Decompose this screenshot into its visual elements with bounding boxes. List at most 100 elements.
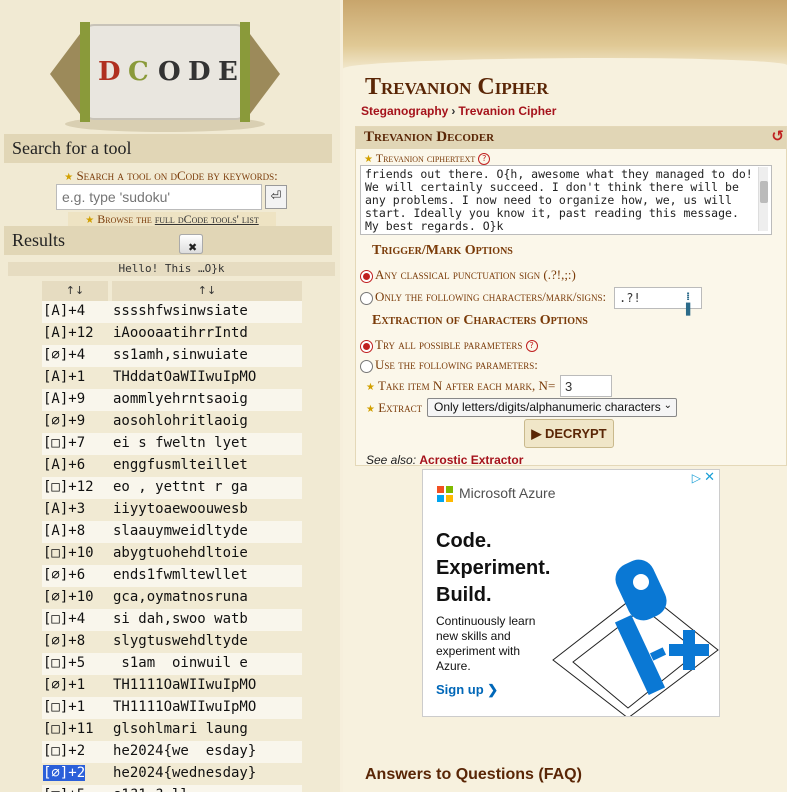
star-icon: ★	[366, 382, 375, 393]
star-icon: ★	[366, 404, 375, 415]
result-key: [⌀]+1	[43, 677, 86, 693]
dcode-logo[interactable]: DCODE	[40, 4, 290, 134]
result-key: [□]+1	[43, 699, 86, 715]
result-row[interactable]: [A]+6 enggfusmlteillet	[42, 455, 302, 477]
result-row[interactable]: [□]+10 abygtuohehdltoie	[42, 543, 302, 565]
result-key: [⌀]+9	[43, 413, 86, 429]
close-icon[interactable]: ✕	[704, 470, 715, 485]
search-input[interactable]	[56, 184, 262, 210]
result-row[interactable]: [□]+5 s1?1 ? ll	[42, 785, 302, 792]
result-row[interactable]: [A]+9 aommlyehrntsaoig	[42, 389, 302, 411]
result-row[interactable]: [□]+5 s1am oinwuil e	[42, 653, 302, 675]
chevron-down-icon: ⌄	[663, 400, 672, 411]
result-value: THddatOaWIIwuIpMO	[113, 369, 257, 385]
star-icon: ★	[364, 154, 373, 165]
result-key: [□]+7	[43, 435, 86, 451]
result-row[interactable]: [□]+12 eo , yettnt r ga	[42, 477, 302, 499]
result-key: [□]+10	[43, 545, 94, 561]
keyboard-icon[interactable]: ⁞▌	[686, 290, 698, 316]
take-n-input[interactable]: 3	[560, 375, 612, 397]
result-value: abygtuohehdltoie	[113, 545, 248, 561]
decoder-title: Trevanion Decoder	[364, 129, 495, 145]
result-key: [⌀]+8	[43, 633, 86, 649]
input-preview: Hello! This …O}k	[8, 262, 335, 276]
ciphertext-textarea[interactable]: friends out there. O{h, awesome what the…	[360, 165, 772, 235]
acrostic-extractor-link[interactable]: Acrostic Extractor	[419, 453, 523, 467]
decrypt-button[interactable]: ▶ DECRYPT	[524, 419, 614, 448]
logo-letter: C	[128, 57, 149, 87]
result-row[interactable]: [⌀]+10 gca,oymatnosruna	[42, 587, 302, 609]
result-row[interactable]: [□]+1 TH1111OaWIIwuIpMO	[42, 697, 302, 719]
result-row[interactable]: [⌀]+2 he2024{wednesday}	[42, 763, 302, 785]
faq-title: Answers to Questions (FAQ)	[365, 766, 582, 783]
help-icon[interactable]: ?	[478, 153, 491, 166]
reset-icon[interactable]: ↺	[771, 127, 784, 145]
result-key: [A]+9	[43, 391, 86, 407]
enter-icon: ⏎	[270, 189, 282, 204]
extract-all-option[interactable]: Try all possible parameters ?	[360, 337, 538, 353]
browse-tools-link[interactable]: full dCode tools' list	[155, 212, 259, 226]
results-header: Results ⧉▤⎙⤓📌✖	[4, 226, 332, 255]
result-row[interactable]: [□]+11 glsohlmari laung	[42, 719, 302, 741]
result-row[interactable]: [⌀]+8 slygtuswehdltyde	[42, 631, 302, 653]
trigger-custom-option[interactable]: Only the following characters/mark/signs…	[360, 289, 606, 305]
result-key: [⌀]+10	[43, 589, 94, 605]
trigger-any-radio[interactable]	[360, 269, 373, 283]
result-key: [⌀]+6	[43, 567, 86, 583]
breadcrumb-separator: ›	[451, 104, 456, 118]
extract-custom-radio[interactable]	[360, 359, 373, 373]
result-value: s1?1 ? ll	[113, 787, 189, 792]
result-row[interactable]: [A]+3 iiyytoaewoouwesb	[42, 499, 302, 521]
result-row[interactable]: [A]+1 THddatOaWIIwuIpMO	[42, 367, 302, 389]
logo-letter: E	[218, 57, 238, 87]
result-row[interactable]: [□]+7 ei s fweltn lyet	[42, 433, 302, 455]
result-value: he2024{wednesday}	[113, 765, 257, 781]
result-value: slaauymweidltyde	[113, 523, 248, 539]
ciphertext-label: ★ Trevanion ciphertext ?	[364, 151, 491, 166]
result-value: iAoooaatihrrIntd	[113, 325, 248, 341]
result-row[interactable]: [□]+4 si dah,swoo watb	[42, 609, 302, 631]
result-row[interactable]: [⌀]+9 aosohlohritlaoig	[42, 411, 302, 433]
trigger-custom-radio[interactable]	[360, 291, 373, 305]
result-row[interactable]: [⌀]+1 TH1111OaWIIwuIpMO	[42, 675, 302, 697]
breadcrumb: Steganography › Trevanion Cipher	[361, 104, 556, 118]
left-sidebar: DCODE Search for a tool ★ Search a tool …	[0, 0, 340, 792]
star-icon: ★	[85, 215, 95, 226]
result-row[interactable]: [A]+8 slaauymweidltyde	[42, 521, 302, 543]
extract-select[interactable]: Only letters/digits/alphanumeric charact…	[427, 398, 677, 417]
result-key: [□]+5	[43, 787, 85, 792]
trigger-any-option[interactable]: Any classical punctuation sign (.?!,;:)	[360, 267, 576, 283]
result-row[interactable]: [A]+4 sssshfwsinwsiate	[42, 301, 302, 323]
sort-row: ↑↓ ↑↓	[42, 281, 302, 301]
search-keywords-label: ★ Search a tool on dCode by keywords:	[64, 168, 278, 183]
logo-square	[437, 495, 444, 502]
result-row[interactable]: [⌀]+6 ends1fwmltewllet	[42, 565, 302, 587]
result-row[interactable]: [□]+2 he2024{we esday}	[42, 741, 302, 763]
result-key: [□]+11	[43, 721, 94, 737]
extract-all-radio[interactable]	[360, 339, 373, 353]
search-submit-button[interactable]: ⏎	[265, 185, 287, 209]
result-key: [A]+6	[43, 457, 86, 473]
result-key: [⌀]+2	[43, 765, 86, 781]
logo-square	[446, 486, 453, 493]
sort-value-button[interactable]: ↑↓	[112, 281, 302, 301]
breadcrumb-current[interactable]: Trevanion Cipher	[458, 104, 556, 118]
breadcrumb-link-steganography[interactable]: Steganography	[361, 104, 448, 118]
result-row[interactable]: [⌀]+4 ss1amh,sinwuiate	[42, 345, 302, 367]
extract-custom-option[interactable]: Use the following parameters:	[360, 357, 538, 373]
ciphertext-scrollbar[interactable]	[758, 167, 768, 231]
browse-tools-line: ★ Browse the full dCode tools' list	[68, 212, 276, 226]
result-key: [□]+4	[43, 611, 86, 627]
microsoft-logo	[437, 486, 453, 502]
search-section-title: Search for a tool	[4, 134, 332, 163]
adchoices-icon[interactable]: ▷	[692, 471, 701, 485]
ad-signup-link[interactable]: Sign up ❯	[436, 682, 498, 698]
result-row[interactable]: [A]+12 iAoooaatihrrIntd	[42, 323, 302, 345]
close-button[interactable]: ✖	[179, 234, 203, 254]
advertisement[interactable]: ▷ ✕ Microsoft Azure Code. Experiment. Bu…	[422, 469, 720, 717]
result-value: s1am oinwuil e	[113, 655, 248, 671]
sort-key-button[interactable]: ↑↓	[42, 281, 108, 301]
result-key: [□]+12	[43, 479, 94, 495]
help-icon[interactable]: ?	[525, 340, 538, 353]
logo-letter: D	[98, 57, 121, 87]
